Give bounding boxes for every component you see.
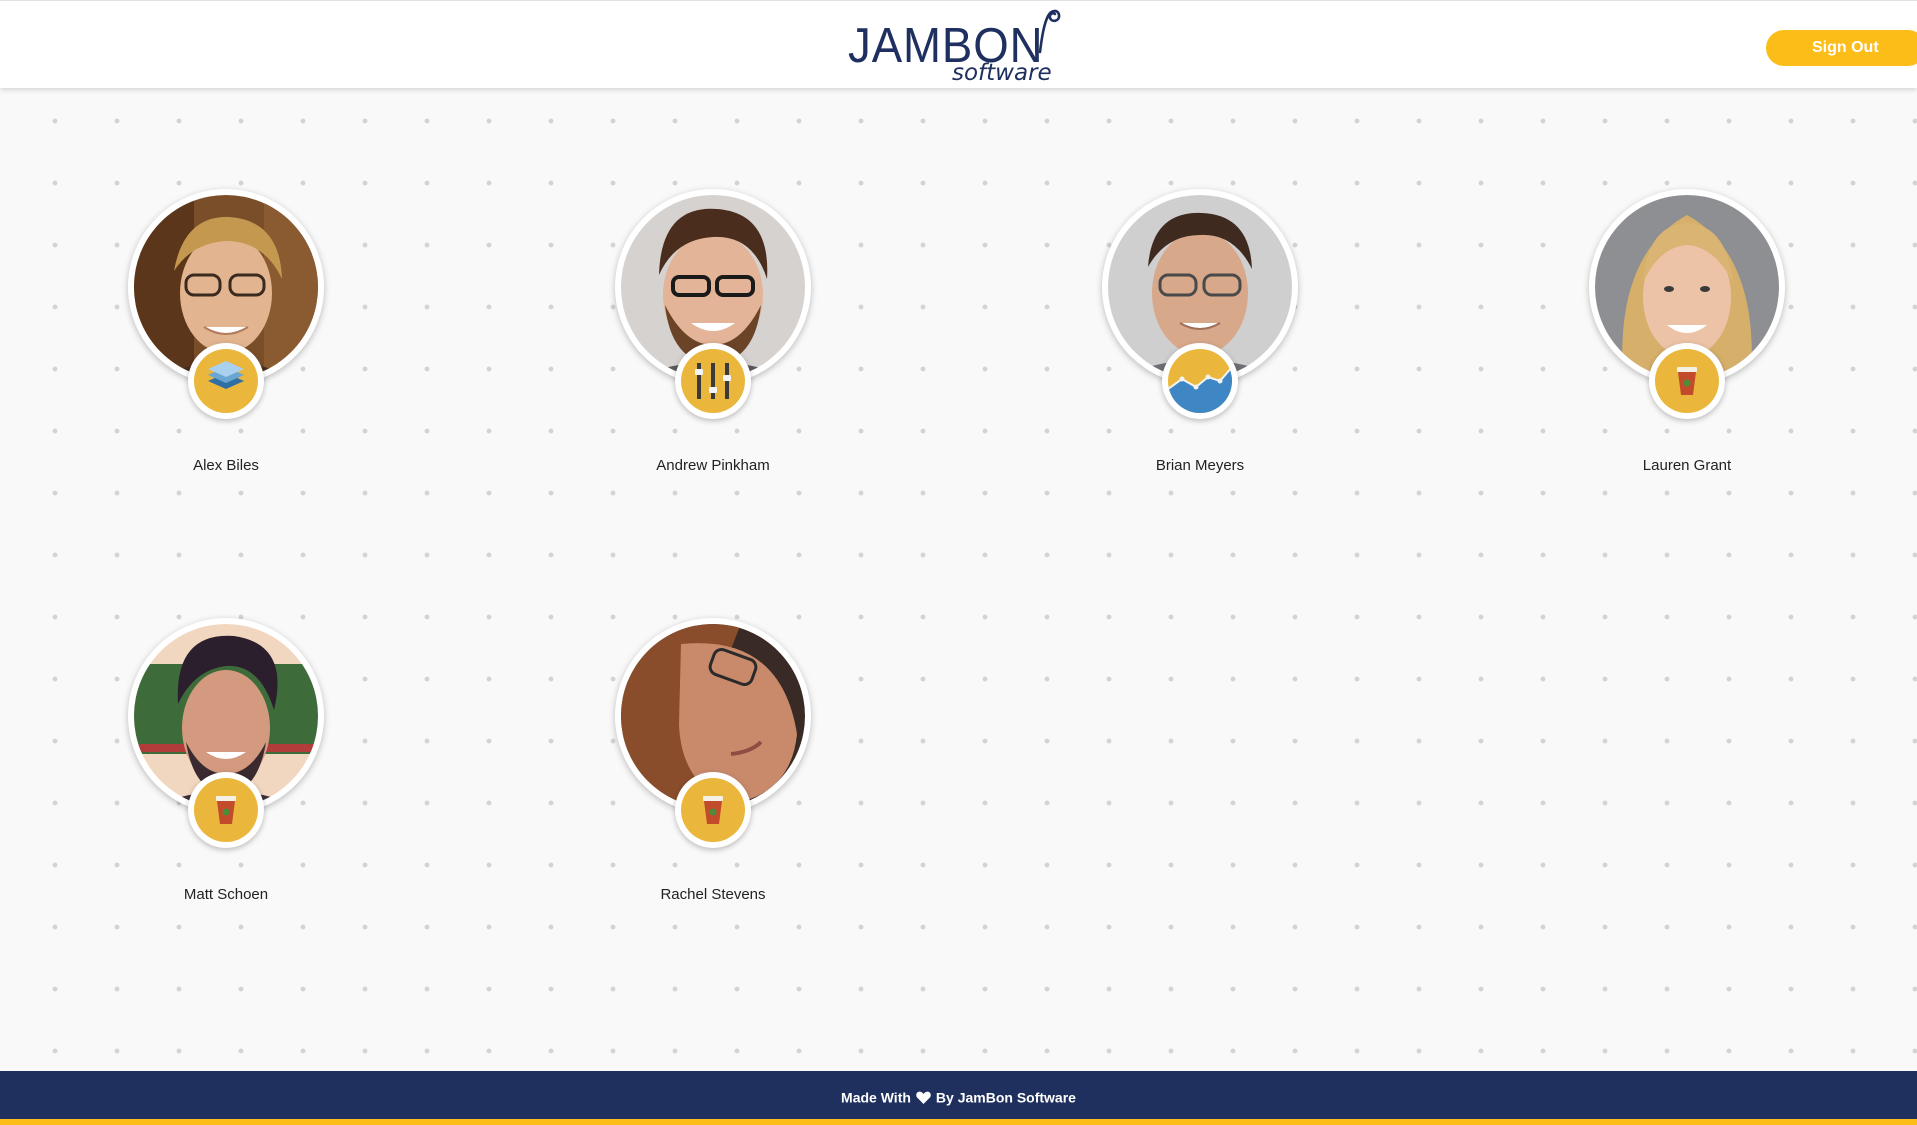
member-name: Alex Biles: [193, 457, 259, 474]
heart-icon: [916, 1091, 931, 1104]
member-name: Andrew Pinkham: [656, 457, 770, 474]
layers-icon: [208, 361, 244, 389]
role-badge: [1162, 343, 1238, 419]
top-bar: JAMBON software Sign Out: [0, 0, 1917, 88]
role-badge: [188, 343, 264, 419]
sign-out-button[interactable]: Sign Out: [1766, 30, 1917, 66]
role-badge: [675, 343, 751, 419]
role-badge: [675, 772, 751, 848]
team-member-brian-meyers: Brian Meyers: [1050, 189, 1350, 519]
footer-made-with: Made With: [841, 1089, 911, 1106]
team-member-matt-schoen: Matt Schoen: [76, 618, 376, 948]
member-name: Matt Schoen: [183, 886, 269, 903]
coffee-cup-icon: [703, 796, 723, 824]
logo-subtitle: software: [952, 60, 1052, 86]
footer-by-text: By JamBon Software: [935, 1089, 1076, 1106]
chart-icon: [1168, 366, 1232, 413]
footer: Made With By JamBon Software: [0, 1071, 1917, 1125]
member-name: Rachel Stevens: [660, 886, 766, 903]
member-name: Lauren Grant: [1642, 457, 1732, 474]
role-badge: [188, 772, 264, 848]
sliders-icon: [695, 363, 731, 399]
logo-curl-icon: [1038, 9, 1061, 54]
jambon-logo[interactable]: JAMBON software: [848, 4, 1062, 88]
role-badge: [1649, 343, 1725, 419]
team-member-alex-biles: Alex Biles: [76, 189, 376, 519]
coffee-cup-icon: [216, 796, 236, 824]
team-member-andrew-pinkham: Andrew Pinkham: [563, 189, 863, 519]
team-member-rachel-stevens: Rachel Stevens: [563, 618, 863, 948]
team-member-lauren-grant: Lauren Grant: [1537, 189, 1837, 519]
coffee-cup-icon: [1677, 367, 1697, 395]
member-name: Brian Meyers: [1155, 457, 1245, 474]
